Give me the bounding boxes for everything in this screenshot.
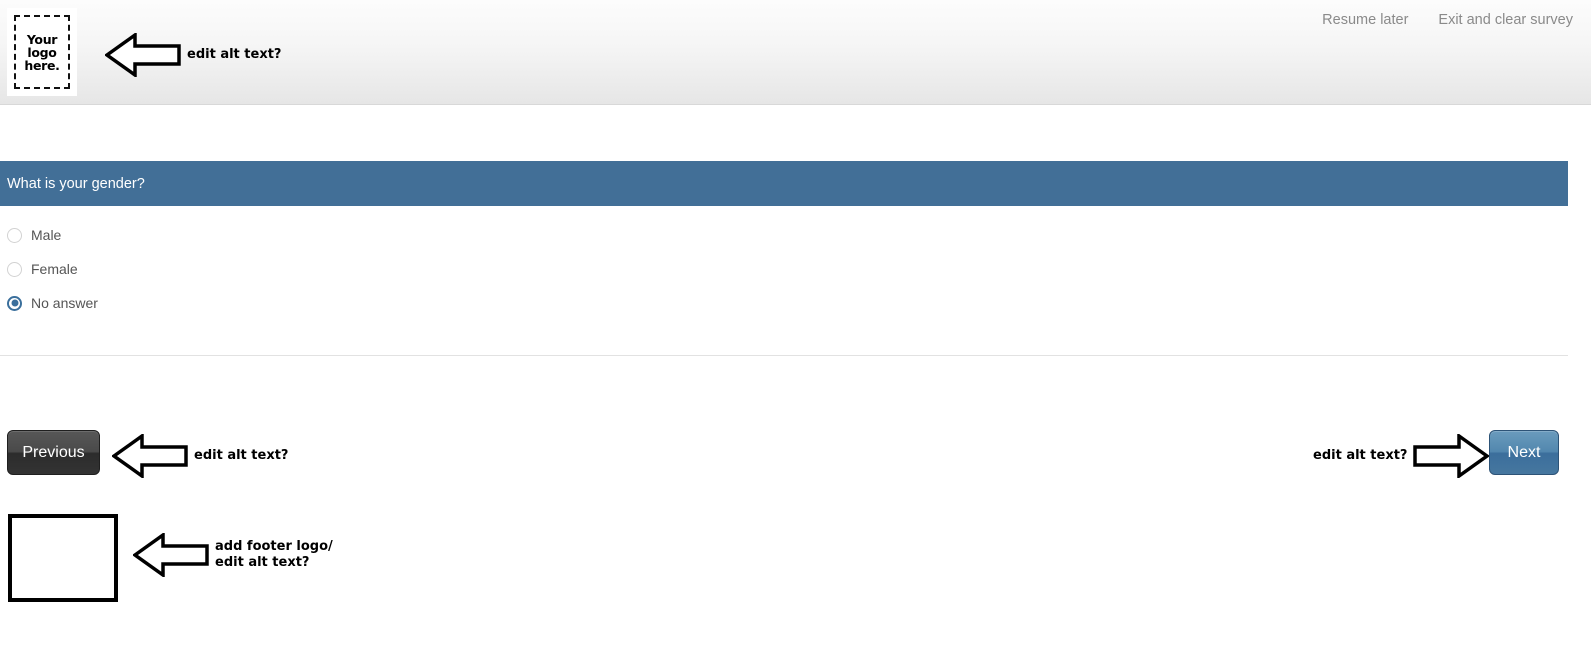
footer-annotation-text: add footer logo/ edit alt text? xyxy=(215,539,333,570)
previous-annotation-text: edit alt text? xyxy=(194,448,289,464)
arrow-right-icon xyxy=(1413,434,1490,478)
resume-later-link[interactable]: Resume later xyxy=(1322,12,1408,28)
header-annotation-text: edit alt text? xyxy=(187,47,282,63)
next-button-label: Next xyxy=(1507,443,1541,461)
question-header-bar: What is your gender? xyxy=(0,161,1568,206)
next-annotation-text: edit alt text? xyxy=(1313,448,1408,464)
page-header: Your logo here. edit alt text? Resume la… xyxy=(0,0,1591,105)
radio-female[interactable] xyxy=(7,261,22,277)
header-links: Resume later Exit and clear survey xyxy=(1322,12,1573,28)
next-button[interactable]: Next xyxy=(1489,430,1559,475)
answer-option-male[interactable]: Male xyxy=(0,218,1568,252)
footer-logo-placeholder[interactable] xyxy=(8,514,118,602)
previous-button[interactable]: Previous xyxy=(7,430,100,475)
logo-placeholder-icon: Your logo here. xyxy=(14,15,70,89)
arrow-left-icon xyxy=(105,33,181,77)
previous-annotation: edit alt text? xyxy=(112,434,288,478)
logo-line-1: Your xyxy=(26,31,58,47)
question-title: What is your gender? xyxy=(7,175,145,192)
logo-line-2: logo xyxy=(27,44,57,60)
answer-option-no-answer[interactable]: No answer xyxy=(0,286,1568,320)
answer-label-male: Male xyxy=(31,227,62,243)
exit-and-clear-survey-link[interactable]: Exit and clear survey xyxy=(1438,12,1573,28)
header-logo-placeholder[interactable]: Your logo here. xyxy=(7,8,77,96)
next-annotation: edit alt text? xyxy=(1313,434,1490,478)
section-divider xyxy=(0,355,1568,356)
answer-option-female[interactable]: Female xyxy=(0,252,1568,286)
arrow-left-icon xyxy=(112,434,188,478)
header-annotation: edit alt text? xyxy=(105,33,281,77)
arrow-left-icon xyxy=(133,533,209,577)
logo-line-3: here. xyxy=(24,57,60,73)
footer-annotation: add footer logo/ edit alt text? xyxy=(133,533,333,577)
radio-male[interactable] xyxy=(7,227,22,243)
answer-label-female: Female xyxy=(31,261,78,277)
radio-no-answer[interactable] xyxy=(7,295,22,311)
answer-label-no-answer: No answer xyxy=(31,295,98,311)
answer-options-list: Male Female No answer xyxy=(0,218,1568,320)
previous-button-label: Previous xyxy=(22,443,85,461)
